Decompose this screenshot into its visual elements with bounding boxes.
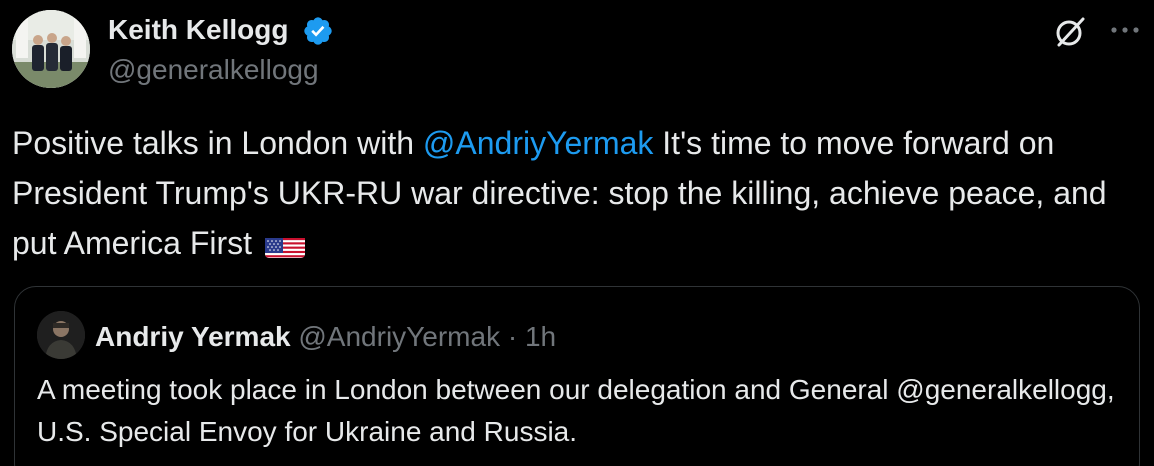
quoted-author-avatar[interactable]	[37, 311, 85, 359]
profile-photo	[12, 10, 90, 88]
author-avatar[interactable]	[12, 10, 90, 88]
quoted-separator: ·	[507, 321, 518, 352]
author-display-name[interactable]: Keith Kellogg	[108, 12, 288, 48]
more-options-icon[interactable]	[1108, 18, 1142, 42]
verified-badge-icon	[304, 17, 332, 45]
quoted-timestamp[interactable]: 1h	[525, 321, 556, 352]
us-flag-emoji	[264, 230, 305, 258]
tweet-text-start: Positive talks in London with	[12, 125, 423, 161]
quoted-profile-photo	[37, 311, 85, 359]
grok-icon[interactable]	[1052, 14, 1088, 50]
author-handle[interactable]: @generalkellogg	[108, 52, 319, 88]
quoted-header: Andriy Yermak @AndriyYermak · 1h	[95, 319, 556, 355]
quoted-tweet[interactable]: Andriy Yermak @AndriyYermak · 1h A meeti…	[14, 286, 1140, 466]
quoted-display-name[interactable]: Andriy Yermak	[95, 321, 291, 352]
tweet[interactable]: Keith Kellogg @generalkellogg Positive t…	[0, 0, 1154, 466]
quoted-handle[interactable]: @AndriyYermak	[298, 321, 500, 352]
quoted-text: A meeting took place in London between o…	[37, 374, 1115, 447]
tweet-text: Positive talks in London with @AndriyYer…	[12, 118, 1142, 268]
tweet-mention-link[interactable]: @AndriyYermak	[423, 125, 654, 161]
